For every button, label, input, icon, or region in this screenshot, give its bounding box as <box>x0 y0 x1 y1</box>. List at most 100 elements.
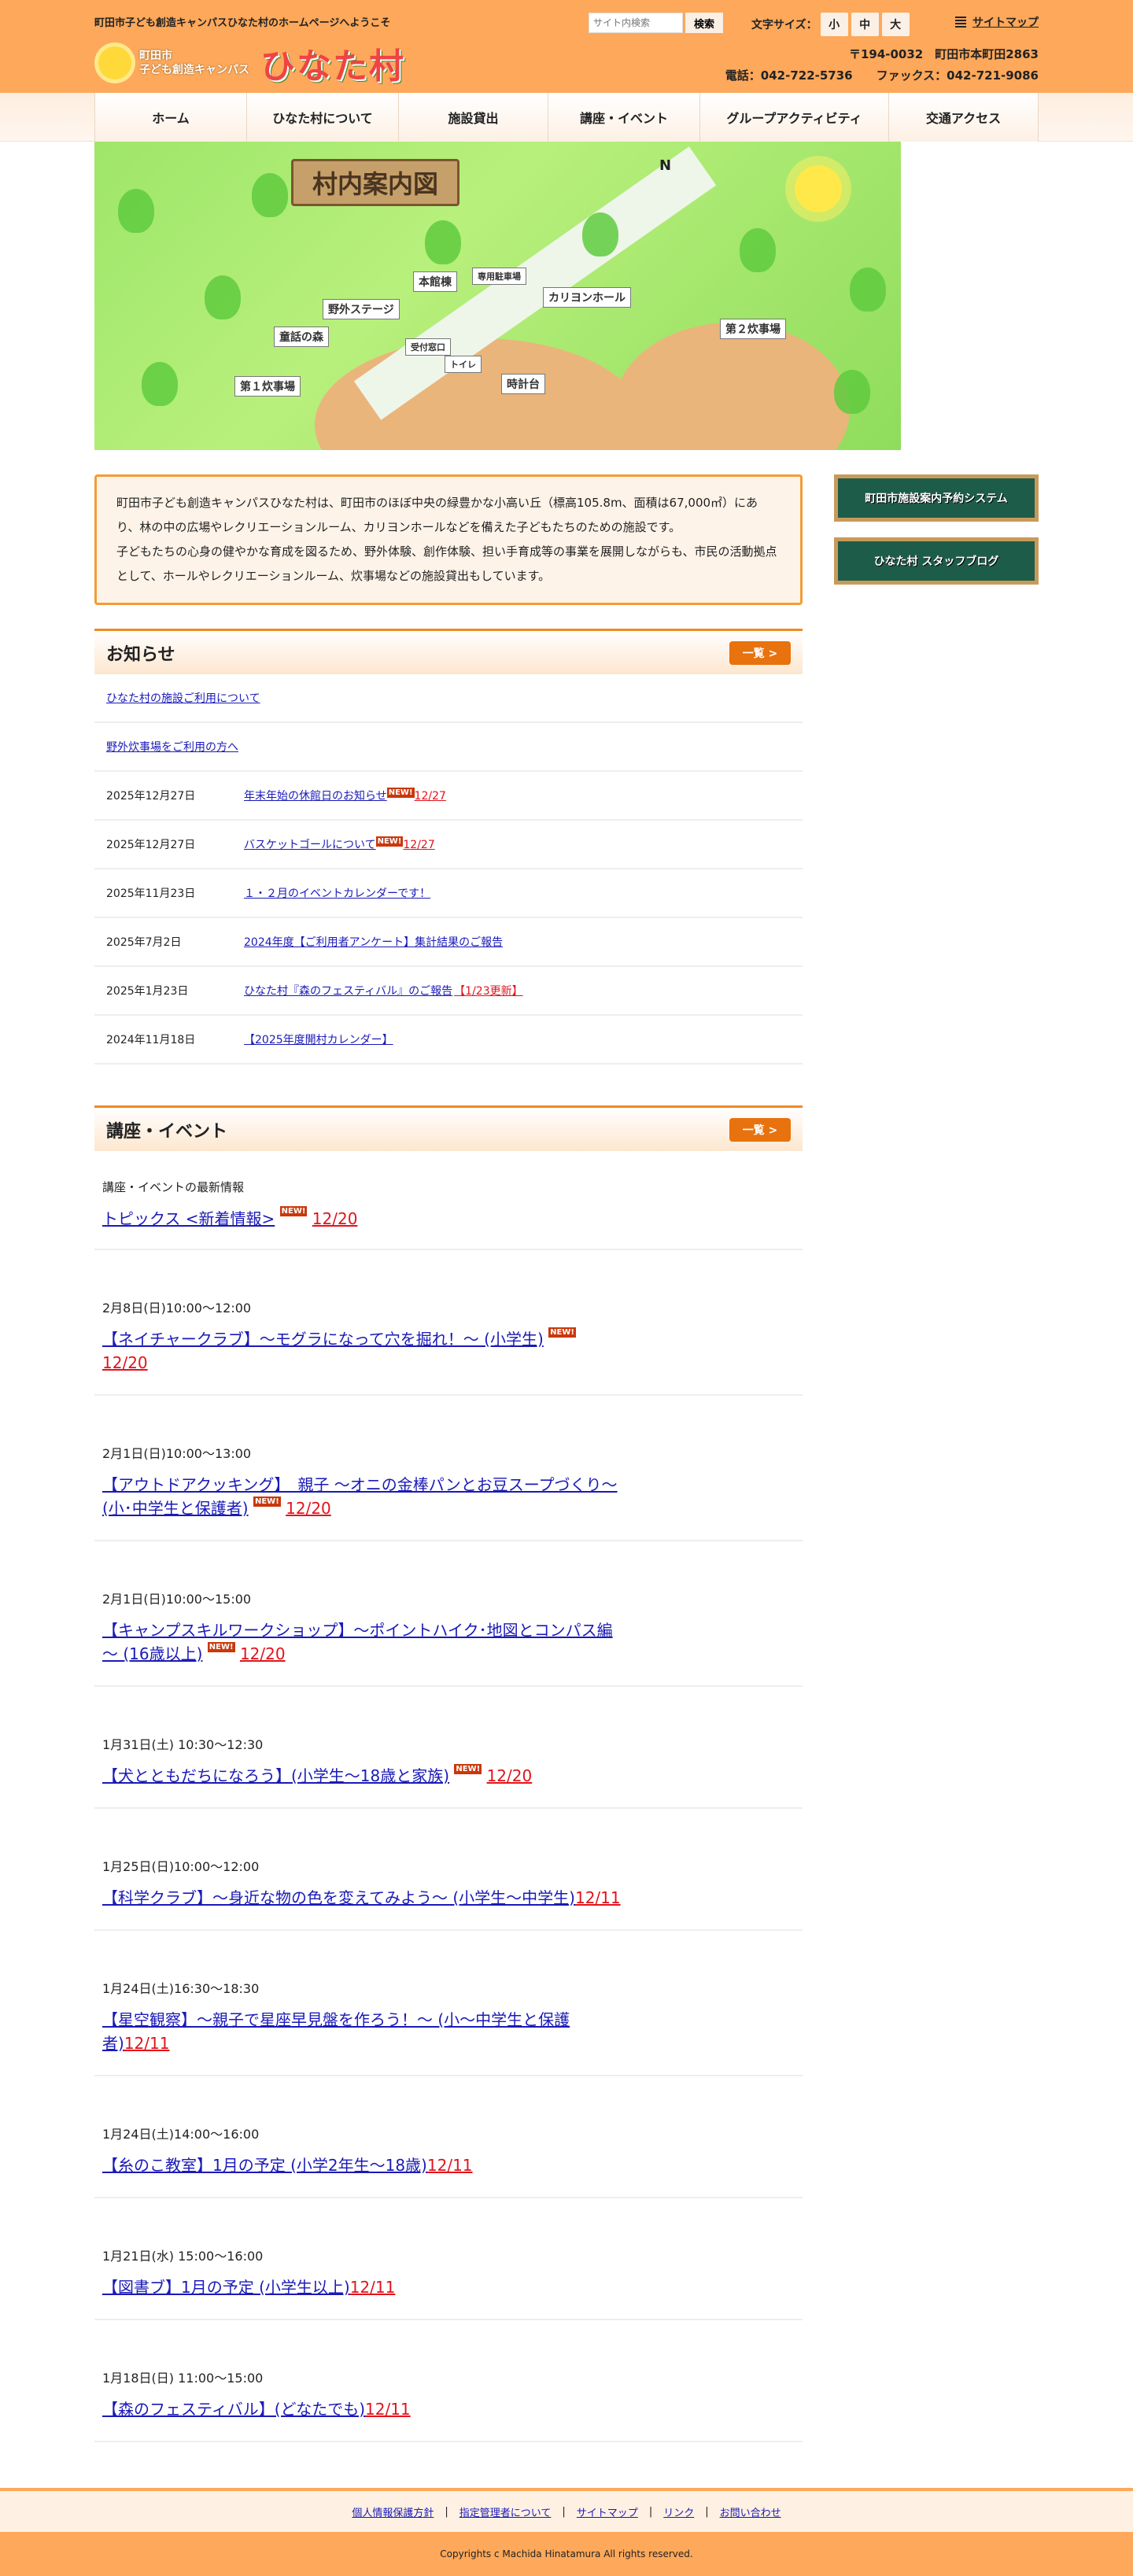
reservation-system-banner[interactable]: 町田市施設案内予約システム <box>834 474 1039 522</box>
news-date: 2025年1月23日 <box>106 985 189 998</box>
update-date-link[interactable]: 12/20 <box>312 1209 358 1228</box>
news-title-wrap: １・２月のイベントカレンダーです！ <box>244 885 430 901</box>
font-size-small-button[interactable]: 小 <box>820 13 848 36</box>
new-badge: NEW! <box>253 1497 281 1507</box>
footer-link[interactable]: サイトマップ <box>577 2504 638 2519</box>
welcome-text: 町田市子ども創造キャンパスひなた村のホームページへようこそ <box>94 17 391 29</box>
nav-group-activity[interactable]: グループアクティビティ <box>699 93 888 142</box>
contact-info: 〒194-0032 町田市本町田2863 電話：042-722-5736 ファッ… <box>725 44 1039 87</box>
events-section: 講座・イベント 一覧 > 講座・イベントの最新情報 トピックス <新着情報> NE… <box>94 1105 803 2442</box>
nav-facility-rental[interactable]: 施設貸出 <box>398 93 548 142</box>
map-label: 第１炊事場 <box>234 376 301 397</box>
news-link[interactable]: 年末年始の休館日のお知らせ <box>244 790 387 803</box>
list-icon <box>955 17 966 28</box>
event-item: 1月31日(土) 10:30～12:30 【犬とともだちになろう】(小学生～18歳… <box>94 1687 803 1809</box>
news-title-wrap: 野外炊事場をご利用の方へ <box>106 739 238 755</box>
map-label: 専用駐車場 <box>472 268 526 285</box>
event-link[interactable]: 【星空観察】～親子で星座早見盤を作ろう！～ (小～中学生と保護者) <box>102 2010 570 2053</box>
font-size-large-button[interactable]: 大 <box>881 13 910 36</box>
footer-separator: | <box>648 2505 653 2518</box>
news-row: 2025年1月23日 ひなた村『森のフェスティバル』のご報告 【1/23更新】 <box>94 967 803 1016</box>
event-update-date[interactable]: 12/20 <box>240 1644 286 1663</box>
nav-events[interactable]: 講座・イベント <box>548 93 699 142</box>
sitemap-label: サイトマップ <box>972 17 1039 29</box>
logo-line1: 町田市 <box>139 50 172 62</box>
sitemap-link[interactable]: サイトマップ <box>955 14 1039 30</box>
news-row: 2024年11月18日 【2025年度開村カレンダー】 <box>94 1016 803 1065</box>
new-badge: NEW! <box>279 1206 308 1216</box>
event-title-wrap: 【キャンプスキルワークショップ】～ポイントハイク･地図とコンパス編～ (16歳以… <box>102 1618 622 1666</box>
intro-paragraph: 町田市子ども創造キャンパスひなた村は、町田市のほぼ中央の緑豊かな小高い丘（標高1… <box>116 496 758 534</box>
footer-link[interactable]: 個人情報保護方針 <box>352 2504 434 2519</box>
news-update-badge[interactable]: 12/27 <box>403 839 434 851</box>
news-link[interactable]: 2024年度【ご利用者アンケート】集計結果のご報告 <box>244 936 503 949</box>
news-link[interactable]: ひなた村の施設ご利用について <box>106 692 260 705</box>
footer-separator: | <box>705 2505 709 2518</box>
event-date: 2月1日(日)10:00～13:00 <box>102 1446 252 1461</box>
event-link[interactable]: 【アウトドアクッキング】 親子 ～オニの金棒パンとお豆スープづくり～ (小･中学… <box>102 1475 618 1518</box>
news-link[interactable]: 野外炊事場をご利用の方へ <box>106 741 238 754</box>
news-more-button[interactable]: 一覧 > <box>729 640 791 665</box>
event-link[interactable]: 【図書ブ】1月の予定 (小学生以上) <box>102 2278 350 2297</box>
staff-blog-banner[interactable]: ひなた村 スタッフブログ <box>834 537 1039 585</box>
news-row: 2025年7月2日 2024年度【ご利用者アンケート】集計結果のご報告 <box>94 918 803 967</box>
event-update-date[interactable]: 12/11 <box>427 2156 473 2175</box>
intro-paragraph: 子どもたちの心身の健やかな育成を図るため、野外体験、創作体験、担い手育成等の事業… <box>116 544 777 583</box>
news-update-badge[interactable]: 【1/23更新】 <box>454 985 522 998</box>
nav-home[interactable]: ホーム <box>94 93 246 142</box>
footer-link[interactable]: 指定管理者について <box>459 2504 552 2519</box>
event-title-wrap: 【糸のこ教室】1月の予定 (小学2年生～18歳)12/11 <box>102 2153 622 2177</box>
event-update-date[interactable]: 12/11 <box>124 2034 170 2053</box>
event-title-wrap: 【森のフェスティバル】(どなたでも)12/11 <box>102 2397 622 2421</box>
search-input[interactable] <box>589 13 683 33</box>
event-item: 2月1日(日)10:00～15:00 【キャンプスキルワークショップ】～ポイントハ… <box>94 1541 803 1687</box>
event-link[interactable]: 【ネイチャークラブ】～モグラになって穴を掘れ！～ (小学生) <box>102 1330 544 1349</box>
news-title-wrap: 2024年度【ご利用者アンケート】集計結果のご報告 <box>244 934 503 950</box>
site-header: 町田市子ども創造キャンパスひなた村のホームページへようこそ 検索 文字サイズ： … <box>0 0 1133 93</box>
event-update-date[interactable]: 12/20 <box>487 1766 533 1785</box>
footer-separator: | <box>562 2505 566 2518</box>
topics-link[interactable]: トピックス <新着情報> <box>102 1209 275 1228</box>
event-date: 1月18日(日) 11:00～15:00 <box>102 2371 264 2386</box>
event-link[interactable]: 【科学クラブ】～身近な物の色を変えてみよう～ (小学生～中学生) <box>102 1888 575 1907</box>
events-caption: 講座・イベントの最新情報 <box>102 1180 245 1194</box>
event-title-wrap: 【科学クラブ】～身近な物の色を変えてみよう～ (小学生～中学生)12/11 <box>102 1886 622 1910</box>
map-label: トイレ <box>445 356 482 373</box>
map-label: カリヨンホール <box>543 287 631 308</box>
event-link[interactable]: 【犬とともだちになろう】(小学生～18歳と家族) <box>102 1766 449 1785</box>
news-link[interactable]: ひなた村『森のフェスティバル』のご報告 <box>244 985 452 998</box>
news-update-badge[interactable]: 12/27 <box>415 790 446 803</box>
news-link[interactable]: 【2025年度開村カレンダー】 <box>244 1034 393 1046</box>
event-update-date[interactable]: 12/11 <box>350 2278 396 2297</box>
logo-line2: 子ども創造キャンパス <box>139 64 249 76</box>
event-title-wrap: 【犬とともだちになろう】(小学生～18歳と家族) NEW! 12/20 <box>102 1764 622 1788</box>
search-button[interactable]: 検索 <box>685 13 723 33</box>
nav-access[interactable]: 交通アクセス <box>888 93 1039 142</box>
event-link[interactable]: 【キャンプスキルワークショップ】～ポイントハイク･地図とコンパス編～ (16歳以… <box>102 1621 613 1663</box>
event-update-date[interactable]: 12/20 <box>102 1353 148 1372</box>
event-title-wrap: 【星空観察】～親子で星座早見盤を作ろう！～ (小～中学生と保護者)12/11 <box>102 2008 622 2055</box>
map-title: 村内案内図 <box>291 159 460 206</box>
site-logo[interactable]: 町田市 子ども創造キャンパス ひなた村 <box>98 38 405 88</box>
news-link[interactable]: バスケットゴールについて <box>244 839 376 851</box>
news-row: ひなた村の施設ご利用について <box>94 674 803 723</box>
news-title-wrap: 年末年始の休館日のお知らせ NEW! 12/27 <box>244 788 446 803</box>
event-link[interactable]: 【糸のこ教室】1月の予定 (小学2年生～18歳) <box>102 2156 427 2175</box>
event-date: 2月1日(日)10:00～15:00 <box>102 1592 252 1607</box>
events-more-button[interactable]: 一覧 > <box>729 1117 791 1142</box>
footer-link[interactable]: リンク <box>663 2504 694 2519</box>
new-badge: NEW! <box>207 1642 235 1652</box>
event-date: 2月8日(日)10:00～12:00 <box>102 1301 252 1316</box>
event-update-date[interactable]: 12/20 <box>286 1499 331 1518</box>
footer-link[interactable]: お問い合わせ <box>720 2504 781 2519</box>
nav-about[interactable]: ひなた村について <box>246 93 398 142</box>
event-update-date[interactable]: 12/11 <box>575 1888 621 1907</box>
news-row: 野外炊事場をご利用の方へ <box>94 723 803 772</box>
news-date: 2025年12月27日 <box>106 839 196 851</box>
news-link[interactable]: １・２月のイベントカレンダーです！ <box>244 888 430 900</box>
font-size-label: 文字サイズ： <box>751 19 817 31</box>
news-date: 2024年11月18日 <box>106 1034 196 1046</box>
font-size-medium-button[interactable]: 中 <box>851 13 879 36</box>
events-heading: 講座・イベント <box>106 1121 228 1142</box>
news-row: 2025年11月23日 １・２月のイベントカレンダーです！ <box>94 869 803 918</box>
